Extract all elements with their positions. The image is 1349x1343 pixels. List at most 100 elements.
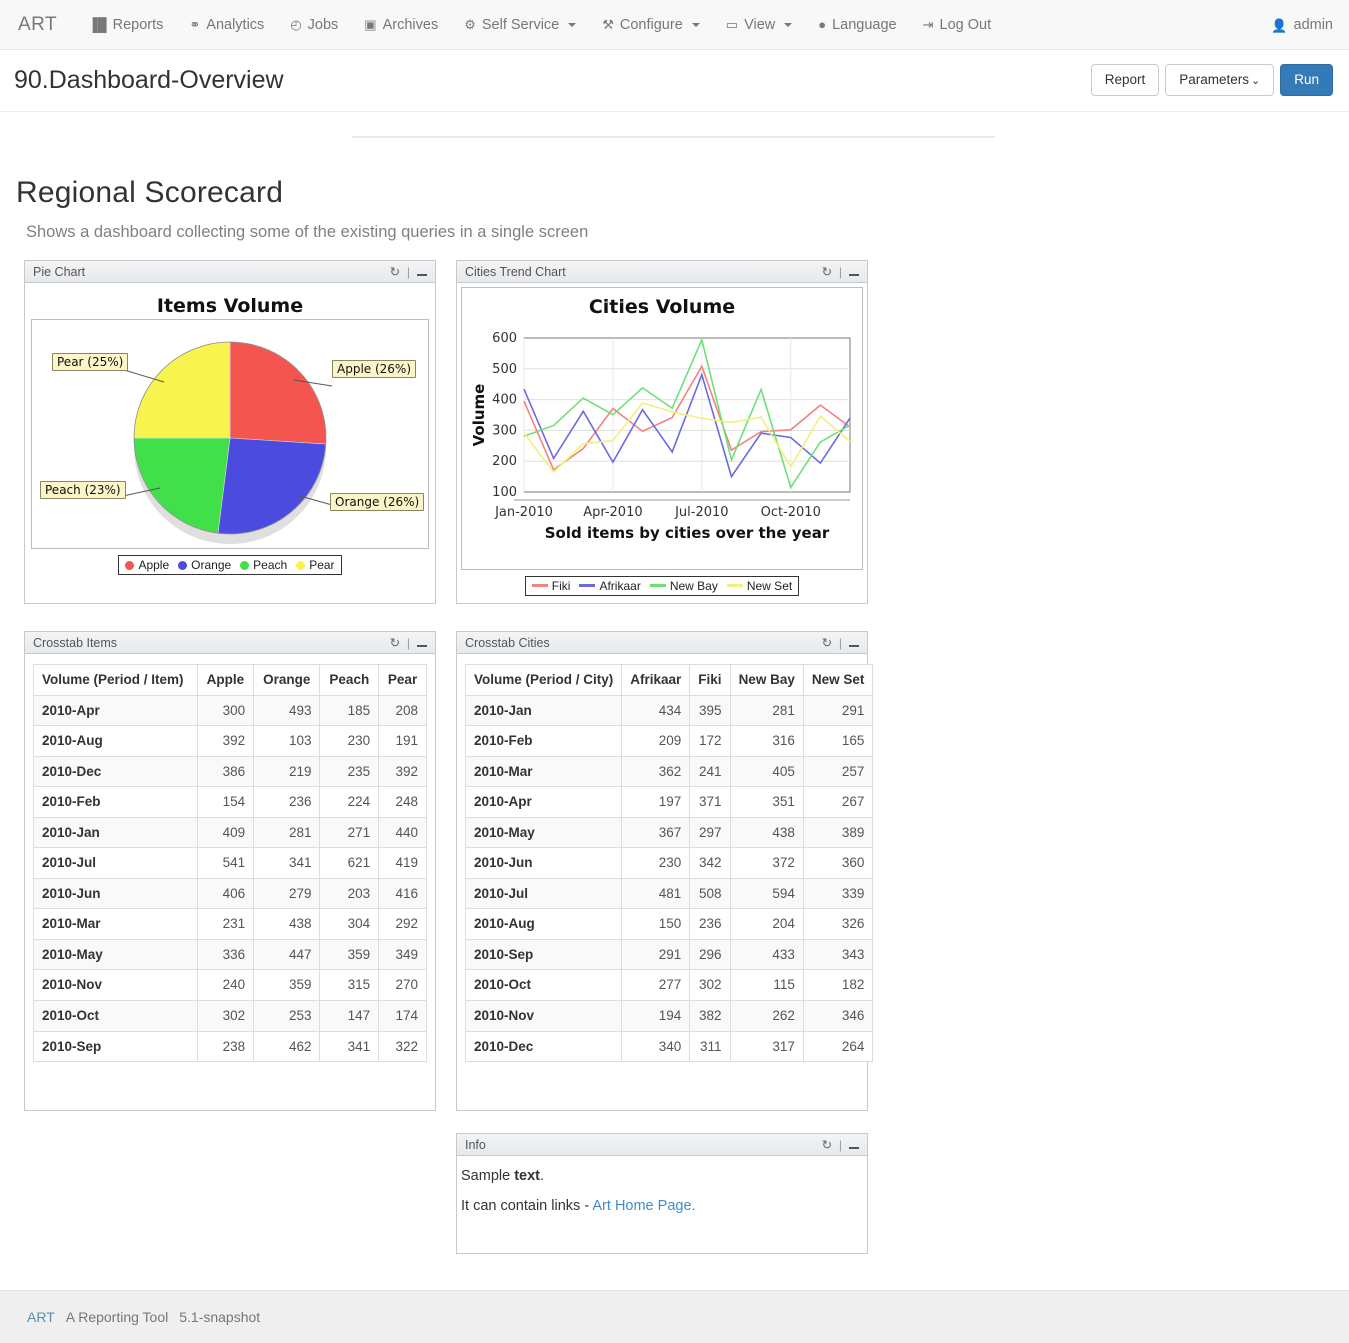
nav-item-archives[interactable]: ▣ Archives bbox=[351, 0, 451, 50]
panel-crosstab-items: Crosstab Items ↻ | Volume (Period / Item… bbox=[24, 631, 436, 1111]
crosstab-cities-table: Volume (Period / City) Afrikaar Fiki New Ba… bbox=[464, 664, 874, 1063]
legend-label: Apple bbox=[138, 558, 170, 572]
report-button[interactable]: Report bbox=[1090, 64, 1160, 97]
panel-header: Info ↻ | bbox=[457, 1134, 867, 1156]
footer-brand[interactable]: ART bbox=[27, 1309, 55, 1325]
x-axis-label: Sold items by cities over the year bbox=[545, 524, 830, 542]
info-line-2: It can contain links - Art Home Page. bbox=[461, 1184, 863, 1214]
data-cell: 257 bbox=[802, 755, 874, 788]
nav-item-self-service[interactable]: ⚙ Self Service bbox=[451, 0, 589, 50]
data-cell: 300 bbox=[196, 694, 255, 727]
nav-item-view[interactable]: ▭ View bbox=[713, 0, 805, 50]
minimize-icon[interactable] bbox=[847, 636, 861, 650]
data-cell: 236 bbox=[253, 786, 321, 818]
column-header: Pear bbox=[378, 664, 427, 696]
data-cell: 165 bbox=[802, 725, 874, 757]
legend-swatch-icon bbox=[125, 560, 135, 570]
minimize-icon[interactable] bbox=[847, 265, 861, 279]
panel-header: Cities Trend Chart ↻ | bbox=[457, 261, 867, 283]
data-cell: 185 bbox=[319, 694, 380, 727]
refresh-icon[interactable]: ↻ bbox=[820, 1138, 834, 1152]
row-header-cell: 2010-Jan bbox=[33, 816, 198, 849]
data-cell: 621 bbox=[319, 847, 380, 879]
top-navbar: ART ▐█ Reports ⚭ Analytics ◴ Jobs ▣ Archives ⚙ Se… bbox=[0, 0, 1349, 50]
data-cell: 316 bbox=[729, 725, 804, 757]
refresh-icon[interactable]: ↻ bbox=[388, 265, 402, 279]
table-row: 2010-Jan 434 395 281 291 bbox=[464, 694, 874, 727]
chevron-down-icon: ⌄ bbox=[1251, 75, 1261, 87]
table-row: 2010-Mar 231 438 304 292 bbox=[33, 908, 427, 940]
data-cell: 224 bbox=[319, 786, 380, 818]
data-cell: 302 bbox=[196, 1000, 255, 1032]
nav-item-log-out[interactable]: ⇥ Log Out bbox=[910, 0, 1005, 50]
pie-callout-apple: Apple (26%) bbox=[332, 360, 417, 378]
bar-chart-icon: ▐█ bbox=[88, 17, 107, 32]
nav-item-language[interactable]: ● Language bbox=[805, 0, 909, 50]
data-cell: 317 bbox=[729, 1030, 804, 1063]
parameters-button[interactable]: Parameters ⌄ bbox=[1165, 64, 1275, 97]
minimize-icon[interactable] bbox=[847, 1138, 861, 1152]
column-header: Peach bbox=[319, 664, 380, 696]
minimize-icon[interactable] bbox=[415, 265, 429, 279]
icon-separator: | bbox=[406, 264, 410, 279]
page-title: 90.Dashboard-Overview bbox=[14, 66, 284, 94]
row-header-cell: 2010-Feb bbox=[464, 725, 623, 757]
icon-separator: | bbox=[838, 635, 842, 650]
refresh-icon[interactable]: ↻ bbox=[388, 636, 402, 650]
data-cell: 194 bbox=[621, 1000, 691, 1032]
data-cell: 362 bbox=[621, 755, 691, 788]
data-cell: 264 bbox=[802, 1030, 874, 1063]
row-header-cell: 2010-Nov bbox=[464, 1000, 623, 1032]
data-cell: 291 bbox=[621, 938, 691, 971]
data-cell: 262 bbox=[729, 1000, 804, 1032]
column-header: New Bay bbox=[729, 664, 804, 696]
nav-item-jobs[interactable]: ◴ Jobs bbox=[277, 0, 351, 50]
table-row: 2010-Aug 392 103 230 191 bbox=[33, 725, 427, 757]
data-cell: 343 bbox=[802, 938, 874, 971]
table-row: 2010-Feb 209 172 316 165 bbox=[464, 725, 874, 757]
refresh-icon[interactable]: ↻ bbox=[820, 636, 834, 650]
data-cell: 174 bbox=[378, 1000, 427, 1032]
run-button[interactable]: Run bbox=[1280, 64, 1333, 97]
refresh-icon[interactable]: ↻ bbox=[820, 265, 834, 279]
dashboard-grid: Pie Chart ↻ | Items Volume Apple (26%) O… bbox=[14, 260, 1335, 1270]
legend-label: Orange bbox=[191, 558, 232, 572]
panel-header-icons: ↻ | bbox=[388, 265, 429, 279]
panel-header-icons: ↻ | bbox=[820, 265, 861, 279]
legend-item-pear: Pear bbox=[296, 558, 335, 572]
row-header-cell: 2010-Oct bbox=[33, 1000, 198, 1032]
data-cell: 382 bbox=[689, 1000, 731, 1032]
nav-item-label: Jobs bbox=[307, 16, 339, 33]
art-home-page-link[interactable]: Art Home Page. bbox=[592, 1198, 695, 1214]
minimize-icon[interactable] bbox=[415, 636, 429, 650]
data-cell: 434 bbox=[621, 694, 691, 727]
data-cell: 440 bbox=[378, 816, 427, 849]
table-row: 2010-Nov 194 382 262 346 bbox=[464, 1000, 874, 1032]
data-cell: 219 bbox=[253, 755, 321, 788]
row-header-cell: 2010-Apr bbox=[464, 786, 623, 818]
y-axis-label: Volume bbox=[470, 384, 488, 447]
line-legend: Fiki Afrikaar New Bay New Set bbox=[461, 574, 863, 596]
y-tick-label: 400 bbox=[492, 393, 517, 408]
nav-item-configure[interactable]: ⚒ Configure bbox=[589, 0, 713, 50]
app-brand[interactable]: ART bbox=[14, 14, 75, 36]
data-cell: 271 bbox=[319, 816, 380, 849]
panel-pie-chart: Pie Chart ↻ | Items Volume Apple (26%) O… bbox=[24, 260, 436, 604]
data-cell: 197 bbox=[621, 786, 691, 818]
y-tick-label: 200 bbox=[492, 454, 517, 469]
nav-item-reports[interactable]: ▐█ Reports bbox=[75, 0, 176, 50]
data-cell: 508 bbox=[689, 877, 731, 910]
nav-item-analytics[interactable]: ⚭ Analytics bbox=[176, 0, 277, 50]
panel-header-icons: ↻ | bbox=[388, 636, 429, 650]
data-cell: 150 bbox=[621, 908, 691, 940]
data-cell: 172 bbox=[689, 725, 731, 757]
panel-body: Sample text. It can contain links - Art … bbox=[457, 1156, 867, 1224]
user-menu[interactable]: 👤 admin bbox=[1271, 0, 1333, 50]
pie-slice-peach bbox=[133, 437, 231, 534]
panel-body: Items Volume Apple (26%) Orange (26%) Pe… bbox=[25, 283, 435, 581]
data-cell: 203 bbox=[319, 877, 380, 910]
table-row: 2010-May 336 447 359 349 bbox=[33, 938, 427, 971]
data-cell: 115 bbox=[729, 969, 804, 1002]
data-cell: 281 bbox=[253, 816, 321, 849]
column-header: Volume (Period / City) bbox=[464, 664, 623, 696]
